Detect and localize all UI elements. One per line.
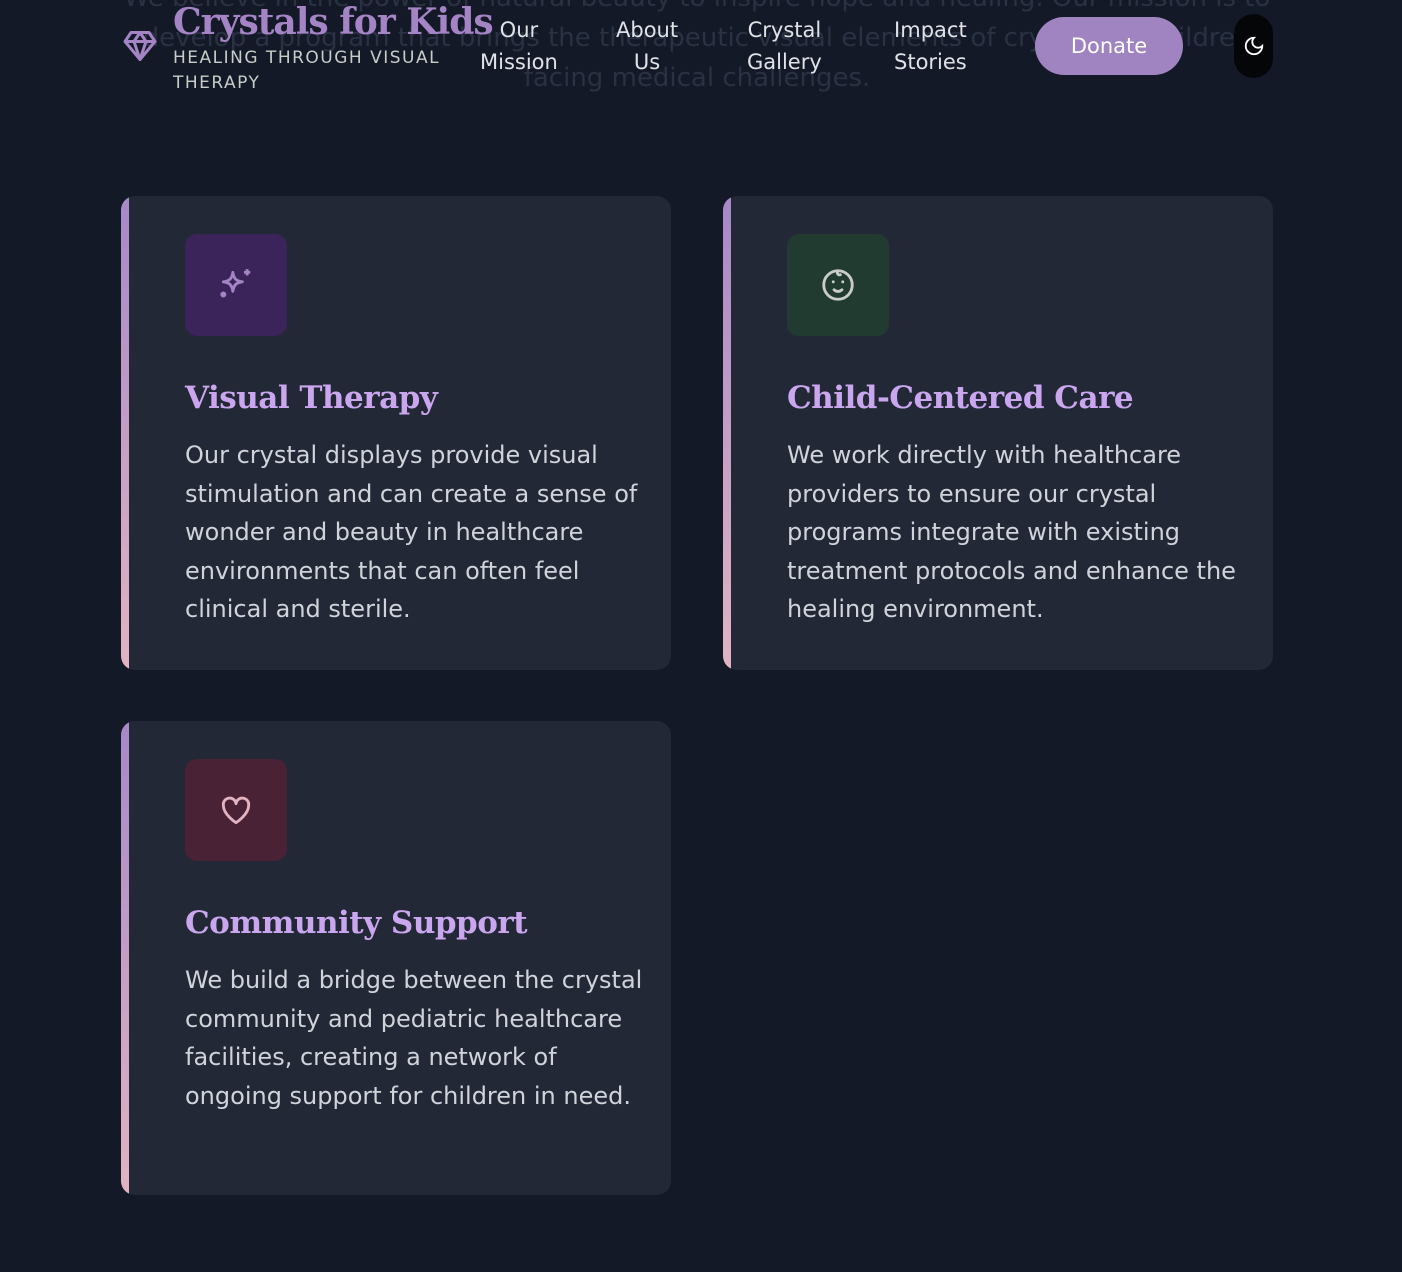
site-title: Crystals for Kids [173, 1, 494, 43]
sparkles-icon [185, 234, 287, 336]
nav-about-us[interactable]: About Us [616, 14, 678, 78]
theme-toggle-button[interactable] [1234, 14, 1273, 78]
nav-crystal-gallery[interactable]: Crystal Gallery [747, 14, 822, 78]
feature-card-community-support: Community Support We build a bridge betw… [121, 721, 671, 1195]
nav-label: Crystal [747, 18, 822, 42]
feature-card-visual-therapy: Visual Therapy Our crystal displays prov… [121, 196, 671, 670]
nav-impact-stories[interactable]: Impact Stories [894, 14, 967, 78]
nav-label: Our [499, 18, 539, 42]
site-header: Crystals for Kids HEALING THROUGH VISUAL… [0, 0, 1402, 100]
moon-icon [1244, 36, 1263, 56]
card-title: Community Support [185, 905, 528, 941]
brand[interactable]: Crystals for Kids HEALING THROUGH VISUAL… [173, 0, 494, 96]
baby-face-icon [787, 234, 889, 336]
nav-our-mission[interactable]: Our Mission [480, 14, 558, 78]
nav-label: About [616, 18, 679, 42]
nav-label: Us [633, 50, 661, 74]
card-description: We work directly with healthcare provide… [787, 441, 1236, 623]
card-title: Child-Centered Care [787, 380, 1134, 416]
nav-label: Mission [480, 50, 558, 74]
site-subtitle: HEALING THROUGH VISUAL THERAPY [173, 48, 441, 93]
card-description: Our crystal displays provide visual stim… [185, 441, 638, 623]
nav-label: Gallery [747, 50, 822, 74]
card-title: Visual Therapy [185, 380, 438, 416]
feature-card-child-centered-care: Child-Centered Care We work directly wit… [723, 196, 1273, 670]
heart-icon [185, 759, 287, 861]
nav-label: Stories [894, 50, 967, 74]
nav-label: Impact [894, 18, 967, 42]
donate-button[interactable]: Donate [1035, 17, 1183, 75]
card-description: We build a bridge between the crystal co… [185, 966, 643, 1110]
gem-icon [123, 31, 157, 61]
